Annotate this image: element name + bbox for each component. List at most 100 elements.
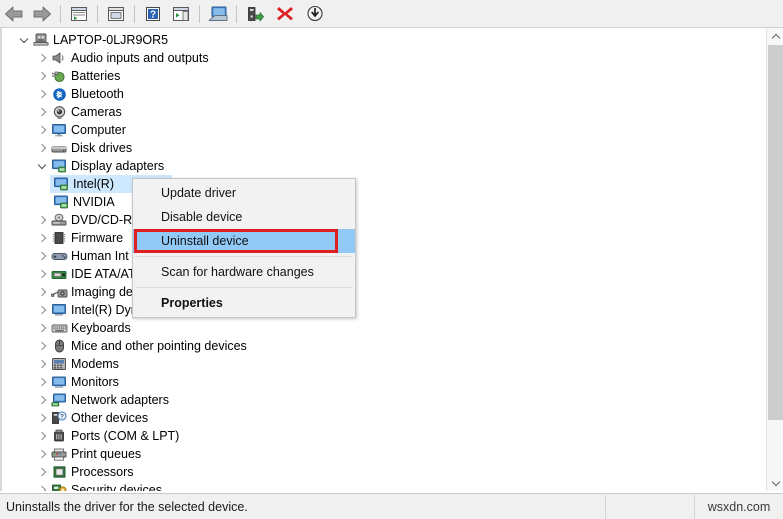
twisty[interactable] <box>34 481 50 491</box>
twisty[interactable] <box>34 229 50 247</box>
menu-item-properties[interactable]: Properties <box>133 291 355 315</box>
twisty[interactable] <box>34 211 50 229</box>
item-label: Cameras <box>71 105 122 119</box>
scroll-down-icon <box>772 479 780 487</box>
chevron-right-icon <box>38 468 47 477</box>
twisty[interactable] <box>34 157 50 175</box>
tree-item-dvd-cd-rom-drives[interactable]: DVD/CD-R <box>2 211 766 229</box>
arrow-left-icon <box>5 6 23 21</box>
tree-item-security-devices[interactable]: Security devices <box>2 481 766 491</box>
tree-item-nvidia-display-adapter[interactable]: NVIDIA <box>2 193 766 211</box>
tree-item-modems[interactable]: Modems <box>2 355 766 373</box>
item-label: Imaging de <box>71 285 133 299</box>
port-icon <box>50 427 68 445</box>
tree-item-intel-dynamic-platform[interactable]: Intel(R) Dynamic Platform and Thermal Fr… <box>2 301 766 319</box>
scan-hardware-button[interactable] <box>205 2 231 26</box>
update-driver-icon <box>248 6 264 21</box>
tree-item-processors[interactable]: Processors <box>2 463 766 481</box>
status-bar: Uninstalls the driver for the selected d… <box>0 493 783 519</box>
update-driver-button[interactable] <box>242 2 268 26</box>
menu-item-update-driver[interactable]: Update driver <box>133 181 355 205</box>
scroll-up-button[interactable] <box>767 28 783 45</box>
tree-item-intel-display-adapter[interactable]: Intel(R) <box>2 175 766 193</box>
chevron-right-icon <box>38 72 47 81</box>
show-hidden-button[interactable] <box>168 2 194 26</box>
hid-icon <box>50 247 68 265</box>
twisty[interactable] <box>34 301 50 319</box>
tree-item-print-queues[interactable]: Print queues <box>2 445 766 463</box>
twisty[interactable] <box>34 445 50 463</box>
forward-button[interactable] <box>29 2 55 26</box>
twisty[interactable] <box>34 463 50 481</box>
item-label: Keyboards <box>71 321 131 335</box>
tree-item-keyboards[interactable]: Keyboards <box>2 319 766 337</box>
tree-item-network-adapters[interactable]: Network adapters <box>2 391 766 409</box>
item-label: Batteries <box>71 69 121 83</box>
scrollbar-thumb[interactable] <box>768 45 783 420</box>
twisty[interactable] <box>34 337 50 355</box>
disable-button[interactable] <box>302 2 328 26</box>
twisty[interactable] <box>34 85 50 103</box>
tree-item-batteries[interactable]: Batteries <box>2 67 766 85</box>
tree-item-other-devices[interactable]: ? Other devices <box>2 409 766 427</box>
twisty[interactable] <box>34 373 50 391</box>
item-label: Computer <box>71 123 126 137</box>
tree-item-audio-inputs-and-outputs[interactable]: Audio inputs and outputs <box>2 49 766 67</box>
tree-item-cameras[interactable]: Cameras <box>2 103 766 121</box>
scroll-down-button[interactable] <box>767 474 783 491</box>
twisty[interactable] <box>34 121 50 139</box>
tree-item-computer[interactable]: Computer <box>2 121 766 139</box>
tree-item-mice-and-other-pointing-devices[interactable]: Mice and other pointing devices <box>2 337 766 355</box>
red-x-icon <box>277 7 293 21</box>
tree-item-firmware[interactable]: Firmware <box>2 229 766 247</box>
twisty[interactable] <box>34 427 50 445</box>
item-label: Disk drives <box>71 141 133 155</box>
menu-item-disable-device[interactable]: Disable device <box>133 205 355 229</box>
twisty[interactable] <box>34 103 50 121</box>
help-button[interactable]: ? <box>140 2 166 26</box>
toolbar-separator <box>134 4 135 23</box>
tree-item-imaging-devices[interactable]: Imaging de <box>2 283 766 301</box>
scroll-up-icon <box>772 33 780 41</box>
chevron-right-icon <box>38 486 47 492</box>
tree-item-disk-drives[interactable]: Disk drives <box>2 139 766 157</box>
tree-item-ide-ata-atapi-controllers[interactable]: IDE ATA/AT <box>2 265 766 283</box>
twisty[interactable] <box>34 139 50 157</box>
monitor-icon <box>50 121 68 139</box>
twisty[interactable] <box>34 265 50 283</box>
twisty[interactable] <box>34 409 50 427</box>
display-adapter-icon <box>50 157 68 175</box>
menu-item-uninstall-device[interactable]: Uninstall device <box>133 229 355 253</box>
item-label: NVIDIA <box>73 195 115 209</box>
tree-item-human-interface-devices[interactable]: Human Int <box>2 247 766 265</box>
uninstall-button[interactable] <box>272 2 298 26</box>
disk-drive-icon <box>50 139 68 157</box>
twisty[interactable] <box>34 247 50 265</box>
device-context-menu[interactable]: Update driver Disable device Uninstall d… <box>132 178 356 318</box>
menu-item-scan-for-hardware-changes[interactable]: Scan for hardware changes <box>133 260 355 284</box>
twisty[interactable] <box>34 319 50 337</box>
item-label: Intel(R) <box>73 177 114 191</box>
tree-item-bluetooth[interactable]: Bluetooth <box>2 85 766 103</box>
twisty[interactable] <box>34 67 50 85</box>
vertical-scrollbar[interactable] <box>766 28 783 491</box>
properties-button[interactable] <box>103 2 129 26</box>
twisty[interactable] <box>34 355 50 373</box>
tree-root-row[interactable]: LAPTOP-0LJR9OR5 <box>2 31 766 49</box>
twisty[interactable] <box>34 49 50 67</box>
twisty[interactable] <box>34 391 50 409</box>
root-twisty[interactable] <box>16 31 32 49</box>
device-tree-pane[interactable]: LAPTOP-0LJR9OR5 Audio inputs and outputs <box>0 28 783 491</box>
tree-item-display-adapters[interactable]: Display adapters <box>2 157 766 175</box>
back-button[interactable] <box>1 2 27 26</box>
computer-scan-icon <box>208 6 228 21</box>
speaker-icon <box>50 49 68 67</box>
chevron-right-icon <box>38 432 47 441</box>
tree-item-monitors[interactable]: Monitors <box>2 373 766 391</box>
twisty[interactable] <box>34 283 50 301</box>
up-one-level-button[interactable] <box>66 2 92 26</box>
tree-item-ports-com-lpt[interactable]: Ports (COM & LPT) <box>2 427 766 445</box>
toolbar-separator <box>236 4 237 23</box>
chevron-right-icon <box>38 414 47 423</box>
play-window-icon <box>173 6 189 21</box>
